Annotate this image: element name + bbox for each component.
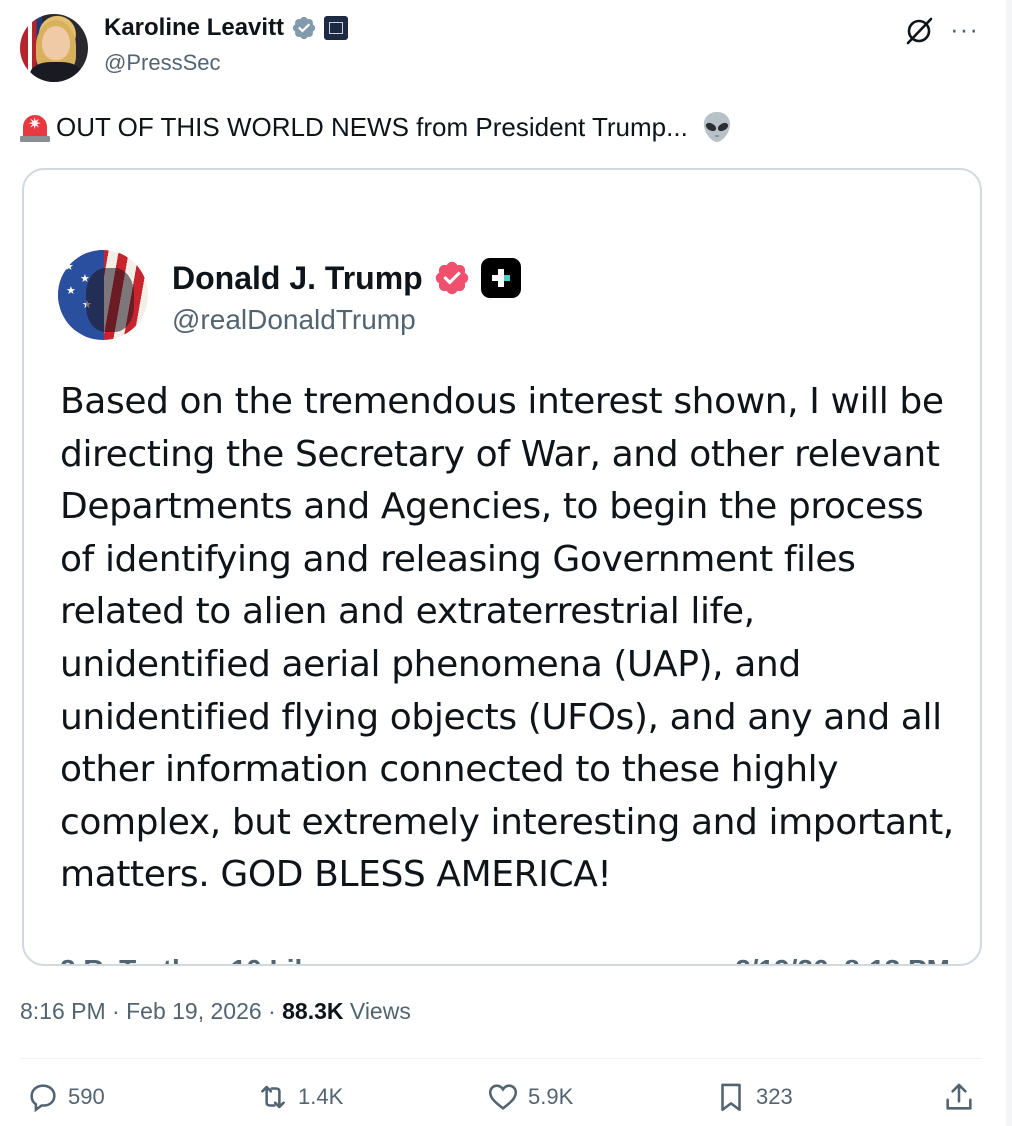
- views-count: 88.3K: [282, 998, 344, 1024]
- truth-social-icon: [480, 258, 521, 298]
- top-edge: [0, 0, 1012, 6]
- like-icon: [488, 1084, 518, 1110]
- siren-emoji: ✷: [20, 111, 50, 143]
- bookmark-icon: [721, 1083, 741, 1112]
- scroll-gutter: [1006, 0, 1012, 1126]
- repost-count: 1.4K: [298, 1084, 344, 1109]
- quote-likes: 10 Likes: [231, 954, 342, 964]
- alien-emoji: [703, 112, 730, 142]
- bookmark-count: 323: [756, 1084, 793, 1109]
- quote-author-avatar[interactable]: ★★★★: [58, 250, 148, 340]
- quote-footer: 2 ReTruths 10 Likes 2/19/26, 8:13 PM: [60, 954, 950, 964]
- share-icon: [946, 1083, 972, 1110]
- action-bar: 590 1.4K 5.9K 323: [20, 1080, 980, 1124]
- divider: [20, 1058, 982, 1059]
- reply-icon: [30, 1084, 56, 1113]
- tweet-text: ✷ OUT OF THIS WORLD NEWS from President …: [20, 110, 734, 144]
- verified-badge-icon[interactable]: [291, 15, 317, 41]
- share-button[interactable]: [942, 1080, 976, 1114]
- quote-author-name[interactable]: Donald J. Trump: [172, 260, 423, 297]
- author-handle[interactable]: @PressSec: [104, 50, 220, 76]
- post-time[interactable]: 8:16 PM: [20, 998, 106, 1024]
- reply-button[interactable]: 590: [26, 1080, 105, 1114]
- truth-verified-icon: [435, 261, 468, 295]
- tweet-text-content: OUT OF THIS WORLD NEWS from President Tr…: [56, 111, 688, 142]
- quoted-post-card[interactable]: ★★★★ Donald J. Trump @realDonaldTrump Ba…: [22, 168, 982, 966]
- reply-count: 590: [68, 1084, 105, 1109]
- author-avatar[interactable]: [20, 14, 88, 82]
- like-count: 5.9K: [528, 1084, 574, 1109]
- repost-button[interactable]: 1.4K: [256, 1080, 343, 1114]
- post-meta: 8:16 PM · Feb 19, 2026 · 88.3K Views: [20, 998, 411, 1024]
- bookmark-button[interactable]: 323: [714, 1080, 793, 1114]
- post-date[interactable]: Feb 19, 2026: [126, 998, 262, 1024]
- white-house-badge-icon[interactable]: [324, 16, 349, 40]
- views-label: Views: [349, 998, 411, 1024]
- author-name-row: Karoline Leavitt: [104, 14, 349, 42]
- quote-body: Based on the tremendous interest shown, …: [60, 381, 954, 896]
- author-name[interactable]: Karoline Leavitt: [104, 14, 284, 42]
- like-button[interactable]: 5.9K: [486, 1080, 573, 1114]
- repost-icon: [261, 1085, 285, 1109]
- more-icon[interactable]: ···: [950, 14, 979, 45]
- quote-name-row: Donald J. Trump: [172, 258, 521, 298]
- quote-timestamp: 2/19/26, 8:13 PM: [735, 954, 950, 964]
- quote-retruths: 2 ReTruths: [60, 954, 205, 964]
- grok-icon[interactable]: [902, 14, 936, 48]
- quote-author-handle[interactable]: @realDonaldTrump: [172, 304, 416, 336]
